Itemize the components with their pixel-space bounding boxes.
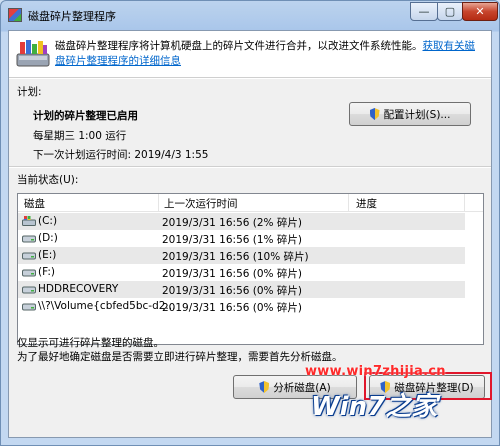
- last-run: 2019/3/31 16:56 (1% 碎片): [162, 234, 302, 246]
- header-band: 磁盘碎片整理程序将计算机硬盘上的碎片文件进行合并，以改进文件系统性能。获取有关磁…: [9, 31, 491, 77]
- row-background: (C:) 2019/3/31 16:56 (2% 碎片): [18, 213, 465, 230]
- column-last-run[interactable]: 上一次运行时间: [164, 196, 238, 211]
- row-background: HDDRECOVERY 2019/3/31 16:56 (0% 碎片): [18, 281, 465, 298]
- last-run: 2019/3/31 16:56 (0% 碎片): [162, 285, 302, 297]
- defrag-window: 磁盘碎片整理程序 — ▢ ✕ 磁盘碎片整理程序将计算机硬盘上的碎片文件进行合并，…: [0, 0, 500, 446]
- table-row[interactable]: \\?\Volume{cbfed5bc-d2... 2019/3/31 16:5…: [18, 298, 483, 315]
- last-run: 2019/3/31 16:56 (0% 碎片): [162, 302, 302, 314]
- header-divider: [9, 77, 491, 79]
- column-progress[interactable]: 进度: [356, 196, 377, 211]
- table-row[interactable]: HDDRECOVERY 2019/3/31 16:56 (0% 碎片): [18, 281, 483, 298]
- disk-name: (C:): [38, 215, 58, 227]
- last-run: 2019/3/31 16:56 (0% 碎片): [162, 268, 302, 280]
- table-header: 磁盘 上一次运行时间 进度: [18, 194, 483, 212]
- schedule-divider: [9, 166, 491, 168]
- analyze-disk-button[interactable]: 分析磁盘(A): [233, 375, 357, 399]
- disk-name: (F:): [38, 266, 55, 278]
- schedule-section-label: 计划:: [17, 86, 42, 98]
- drive-icon: [22, 269, 36, 277]
- system-drive-icon: [22, 216, 36, 226]
- disk-status-table[interactable]: 磁盘 上一次运行时间 进度 (C:) 2019/3/31 16:56 (2% 碎…: [17, 193, 484, 345]
- column-disk[interactable]: 磁盘: [24, 196, 45, 211]
- disk-name: \\?\Volume{cbfed5bc-d2...: [38, 300, 176, 312]
- intro-description: 磁盘碎片整理程序将计算机硬盘上的碎片文件进行合并，以改进文件系统性能。: [55, 40, 423, 52]
- row-background: (E:) 2019/3/31 16:56 (10% 碎片): [18, 247, 465, 264]
- schedule-frequency: 每星期三 1:00 运行: [33, 130, 127, 142]
- drive-icon: [22, 235, 36, 243]
- configure-schedule-button[interactable]: 配置计划(S)...: [349, 102, 471, 126]
- configure-schedule-label: 配置计划(S)...: [383, 108, 451, 121]
- drive-icon: [22, 252, 36, 260]
- close-button[interactable]: ✕: [462, 2, 498, 21]
- window-title: 磁盘碎片整理程序: [28, 10, 116, 23]
- current-status-label: 当前状态(U):: [17, 174, 79, 186]
- row-background: (D:) 2019/3/31 16:56 (1% 碎片): [18, 230, 465, 247]
- highlight-annotation: [364, 372, 492, 400]
- maximize-button[interactable]: ▢: [437, 2, 463, 21]
- row-background: (F:) 2019/3/31 16:56 (0% 碎片): [18, 264, 465, 281]
- uac-shield-icon: [259, 381, 270, 393]
- uac-shield-icon: [369, 108, 380, 120]
- table-row[interactable]: (F:) 2019/3/31 16:56 (0% 碎片): [18, 264, 483, 281]
- analyze-disk-label: 分析磁盘(A): [273, 381, 331, 394]
- schedule-status: 计划的碎片整理已启用: [33, 110, 138, 122]
- intro-text: 磁盘碎片整理程序将计算机硬盘上的碎片文件进行合并，以改进文件系统性能。获取有关磁…: [55, 39, 485, 69]
- footer-note-analyze: 为了最好地确定磁盘是否需要立即进行碎片整理，需要首先分析磁盘。: [17, 351, 343, 363]
- table-row[interactable]: (C:) 2019/3/31 16:56 (2% 碎片): [18, 213, 483, 230]
- footer-note-disks: 仅显示可进行碎片整理的磁盘。: [17, 337, 164, 349]
- defrag-icon: [16, 40, 50, 67]
- disk-name: (D:): [38, 232, 58, 244]
- defrag-app-icon: [8, 8, 22, 22]
- schedule-next-run: 下一次计划运行时间: 2019/4/3 1:55: [33, 149, 209, 161]
- table-row[interactable]: (D:) 2019/3/31 16:56 (1% 碎片): [18, 230, 483, 247]
- row-background: \\?\Volume{cbfed5bc-d2... 2019/3/31 16:5…: [18, 298, 465, 315]
- disk-name: HDDRECOVERY: [38, 283, 119, 295]
- last-run: 2019/3/31 16:56 (2% 碎片): [162, 217, 302, 229]
- table-row[interactable]: (E:) 2019/3/31 16:56 (10% 碎片): [18, 247, 483, 264]
- drive-icon: [22, 303, 36, 311]
- minimize-button[interactable]: —: [410, 2, 438, 21]
- title-bar[interactable]: 磁盘碎片整理程序 — ▢ ✕: [1, 1, 499, 29]
- column-divider: [348, 194, 349, 211]
- drive-icon: [22, 286, 36, 294]
- column-divider: [158, 194, 159, 211]
- last-run: 2019/3/31 16:56 (10% 碎片): [162, 251, 309, 263]
- column-divider: [464, 194, 465, 211]
- disk-name: (E:): [38, 249, 57, 261]
